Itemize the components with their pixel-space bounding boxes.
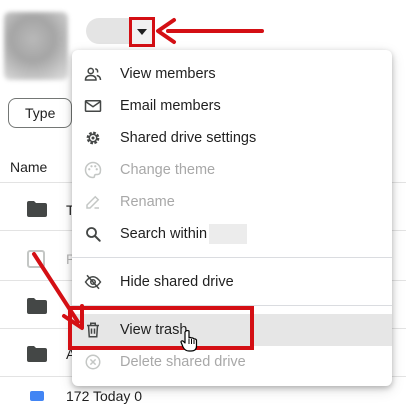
menu-item-rename[interactable]: Rename: [72, 186, 392, 218]
drive-name-redacted: [86, 18, 132, 44]
name-column-header[interactable]: Name: [10, 159, 47, 175]
palette-icon: [84, 161, 102, 179]
delete-circle-icon: [85, 354, 101, 370]
menu-item-view-members[interactable]: View members: [72, 58, 392, 90]
menu-item-change-theme[interactable]: Change theme: [72, 154, 392, 186]
doc-icon: [30, 391, 44, 401]
menu-item-label: Hide shared drive: [120, 274, 234, 290]
caret-down-icon: [137, 29, 147, 35]
folder-icon: [27, 346, 47, 362]
menu-item-label: View members: [120, 66, 216, 82]
menu-item-label: Change theme: [120, 162, 216, 178]
annotation-arrow-diagonal: [32, 252, 84, 330]
menu-item-label: Rename: [120, 194, 175, 210]
menu-item-search-within[interactable]: Search within: [72, 218, 392, 250]
mail-icon: [84, 100, 102, 112]
menu-item-label-wrap: Search within: [120, 224, 248, 244]
hand-cursor-icon: [180, 330, 198, 352]
menu-item-delete-shared-drive[interactable]: Delete shared drive: [72, 346, 392, 378]
menu-item-label: Search within: [120, 225, 208, 242]
menu-divider: [72, 257, 392, 258]
pencil-icon: [86, 195, 100, 209]
menu-item-hide-shared-drive[interactable]: Hide shared drive: [72, 266, 392, 298]
gear-icon: [86, 131, 100, 145]
menu-item-email-members[interactable]: Email members: [72, 90, 392, 122]
annotation-arrow-top: [156, 18, 264, 44]
drive-menu-dropdown-button[interactable]: [129, 17, 155, 47]
type-filter-chip[interactable]: Type: [8, 98, 72, 128]
annotation-highlight-box: [68, 306, 254, 350]
search-icon: [86, 227, 101, 242]
menu-item-label: Shared drive settings: [120, 130, 257, 146]
type-filter-label: Type: [25, 105, 56, 121]
folder-icon: [27, 201, 47, 217]
menu-item-label: Email members: [120, 98, 221, 114]
shared-drive-avatar: [4, 12, 68, 80]
menu-item-shared-drive-settings[interactable]: Shared drive settings: [72, 122, 392, 154]
people-icon: [84, 67, 102, 81]
menu-item-label: Delete shared drive: [120, 354, 246, 370]
drive-name-redacted: [209, 224, 248, 244]
list-item[interactable]: 172 Today 0: [66, 388, 142, 404]
